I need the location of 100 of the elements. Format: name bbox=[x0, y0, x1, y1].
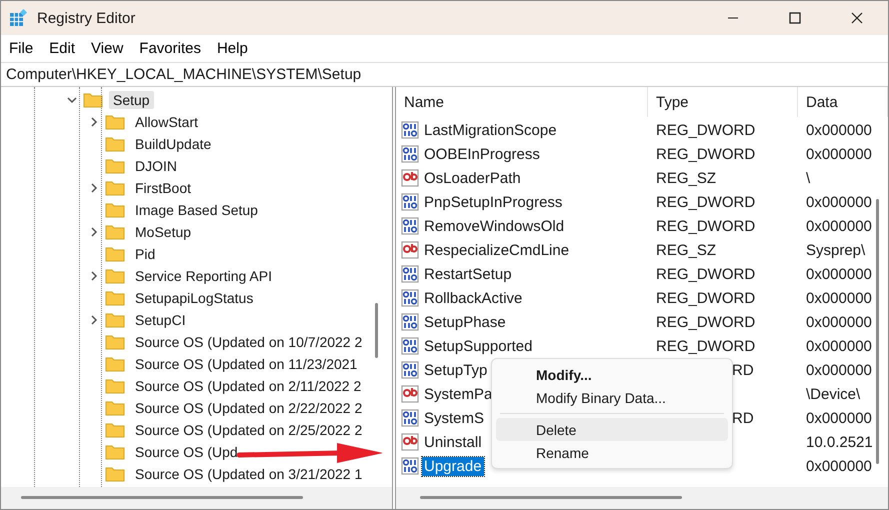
tree-item[interactable]: Setup bbox=[109, 91, 154, 109]
binary-value-icon bbox=[401, 457, 419, 475]
folder-icon bbox=[105, 246, 125, 262]
menu-item[interactable]: View bbox=[83, 36, 132, 60]
value-data: 0x000000 bbox=[806, 194, 872, 210]
value-data: 0x000000 bbox=[806, 410, 872, 426]
value-data: \Device\ bbox=[806, 386, 860, 402]
window-title: Registry Editor bbox=[37, 10, 136, 26]
value-type: REG_DWORD bbox=[656, 266, 756, 282]
value-type: REG_DWORD bbox=[656, 290, 756, 306]
value-type: REG_DWORD bbox=[656, 218, 756, 234]
tree-item[interactable]: Pid bbox=[131, 245, 160, 263]
folder-icon bbox=[105, 268, 125, 284]
folder-icon bbox=[105, 290, 125, 306]
scrollbar-thumb[interactable] bbox=[21, 496, 303, 499]
folder-icon bbox=[105, 334, 125, 350]
folder-icon bbox=[105, 312, 125, 328]
value-name[interactable]: SystemPa bbox=[422, 384, 494, 404]
binary-value-icon bbox=[401, 121, 419, 139]
value-type: REG_DWORD bbox=[656, 194, 756, 210]
folder-icon bbox=[105, 224, 125, 240]
value-name[interactable]: SetupPhase bbox=[422, 312, 508, 332]
tree-item[interactable]: FirstBoot bbox=[131, 179, 196, 197]
binary-value-icon bbox=[401, 409, 419, 427]
scrollbar-thumb[interactable] bbox=[375, 303, 378, 358]
folder-icon bbox=[105, 444, 125, 460]
tree-item[interactable]: Source OS (Updated on 2/11/2022 2 bbox=[131, 377, 366, 395]
menu-option[interactable]: Modify... bbox=[496, 363, 728, 386]
menu-item[interactable]: Help bbox=[208, 36, 256, 60]
binary-value-icon bbox=[401, 289, 419, 307]
menu-option[interactable]: Delete bbox=[496, 418, 728, 441]
tree-item[interactable]: Source OS (Updated on 3/21/2022 1 bbox=[131, 465, 366, 483]
address-bar[interactable]: Computer\HKEY_LOCAL_MACHINE\SYSTEM\Setup bbox=[1, 62, 888, 87]
value-data: 0x000000 bbox=[806, 362, 872, 378]
menu-option[interactable]: Modify Binary Data... bbox=[496, 386, 728, 409]
value-type: REG_SZ bbox=[656, 170, 716, 186]
tree-item[interactable]: AllowStart bbox=[131, 113, 202, 131]
menu-item[interactable]: Favorites bbox=[131, 36, 209, 60]
column-header[interactable]: Name bbox=[396, 87, 648, 117]
value-name[interactable]: RespecializeCmdLine bbox=[422, 240, 572, 260]
tree-item[interactable]: SetupCI bbox=[131, 311, 190, 329]
tree-item[interactable]: Source OS (Upd bbox=[131, 443, 242, 461]
value-type: REG_DWORD bbox=[656, 338, 756, 354]
binary-value-icon bbox=[401, 265, 419, 283]
value-data: 10.0.2521 bbox=[806, 434, 873, 450]
string-value-icon bbox=[401, 169, 419, 187]
value-data: 0x000000 bbox=[806, 266, 872, 282]
folder-icon bbox=[105, 202, 125, 218]
value-data: 0x000000 bbox=[806, 338, 872, 354]
value-name[interactable]: PnpSetupInProgress bbox=[422, 192, 564, 212]
value-type: REG_SZ bbox=[656, 242, 716, 258]
tree-item[interactable]: Source OS (Updated on 2/22/2022 2 bbox=[131, 399, 366, 417]
binary-value-icon bbox=[401, 193, 419, 211]
value-name[interactable]: RestartSetup bbox=[422, 264, 514, 284]
tree-item[interactable]: Service Reporting API bbox=[131, 267, 276, 285]
value-type: REG_DWORD bbox=[656, 314, 756, 330]
value-name[interactable]: RemoveWindowsOld bbox=[422, 216, 566, 236]
value-name[interactable]: SystemS bbox=[422, 408, 486, 428]
value-name[interactable]: SetupSupported bbox=[422, 336, 534, 356]
tree-item[interactable]: BuildUpdate bbox=[131, 135, 216, 153]
binary-value-icon bbox=[401, 145, 419, 163]
folder-icon bbox=[105, 180, 125, 196]
folder-icon bbox=[105, 378, 125, 394]
value-data: 0x000000 bbox=[806, 458, 872, 474]
scrollbar-thumb[interactable] bbox=[876, 199, 879, 464]
binary-value-icon bbox=[401, 313, 419, 331]
value-name[interactable]: LastMigrationScope bbox=[422, 120, 559, 140]
tree-item[interactable]: Source OS (Updated on 10/7/2022 2 bbox=[131, 333, 366, 351]
value-name[interactable]: Uninstall bbox=[422, 432, 484, 452]
value-name[interactable]: SetupTyp bbox=[422, 360, 490, 380]
tree-item[interactable]: DJOIN bbox=[131, 157, 181, 175]
string-value-icon bbox=[401, 385, 419, 403]
tree-item[interactable]: Image Based Setup bbox=[131, 201, 262, 219]
menu-option[interactable]: Rename bbox=[496, 441, 728, 464]
folder-icon bbox=[105, 400, 125, 416]
menu-item[interactable]: File bbox=[1, 36, 42, 60]
value-name[interactable]: OsLoaderPath bbox=[422, 168, 523, 188]
value-data: 0x000000 bbox=[806, 218, 872, 234]
scrollbar-thumb[interactable] bbox=[420, 496, 682, 499]
menu-item[interactable]: Edit bbox=[41, 36, 84, 60]
column-header[interactable]: Type bbox=[648, 87, 798, 117]
column-header[interactable]: Data bbox=[798, 87, 888, 117]
binary-value-icon bbox=[401, 337, 419, 355]
value-data: 0x000000 bbox=[806, 314, 872, 330]
folder-icon bbox=[105, 422, 125, 438]
tree-item[interactable]: MoSetup bbox=[131, 223, 196, 241]
value-type: REG_DWORD bbox=[656, 146, 756, 162]
maximize-icon bbox=[789, 12, 801, 24]
value-name[interactable]: OOBEInProgress bbox=[422, 144, 542, 164]
value-data: \ bbox=[806, 170, 810, 186]
tree-item[interactable]: Source OS (Updated on 11/23/2021 bbox=[131, 355, 362, 373]
value-data: 0x000000 bbox=[806, 122, 872, 138]
tree-item[interactable]: Source OS (Updated on 2/25/2022 2 bbox=[131, 421, 366, 439]
value-name[interactable]: Upgrade bbox=[422, 456, 484, 476]
folder-icon bbox=[105, 158, 125, 174]
tree-item[interactable]: SetupapiLogStatus bbox=[131, 289, 258, 307]
value-type: RD bbox=[732, 362, 754, 378]
value-name[interactable]: RollbackActive bbox=[422, 288, 524, 308]
binary-value-icon bbox=[401, 217, 419, 235]
value-type: RD bbox=[732, 410, 754, 426]
